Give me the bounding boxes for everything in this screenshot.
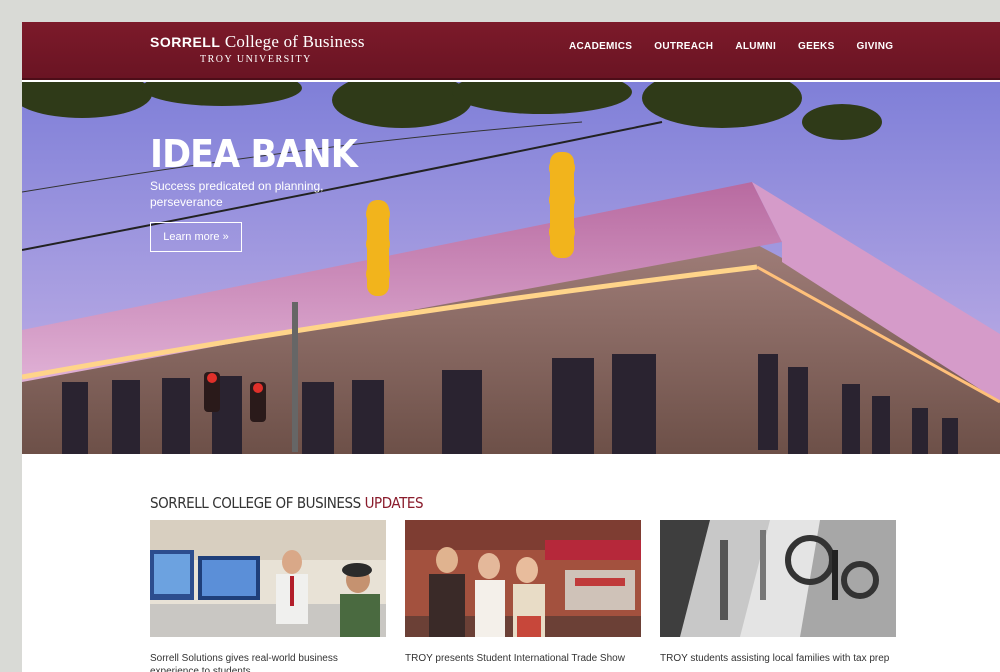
updates-heading-accent: UPDATES — [360, 494, 424, 512]
nav-alumni[interactable]: ALUMNI — [735, 41, 776, 52]
logo-wordmark: SORRELL College of Business — [150, 32, 365, 52]
hero-banner: IDEA BANK Success predicated on planning… — [22, 82, 1000, 454]
news-card[interactable]: Sorrell Solutions gives real-world busin… — [150, 520, 386, 672]
nav-academics[interactable]: ACADEMICS — [569, 41, 632, 52]
site-header: SORRELL College of Business TROY UNIVERS… — [22, 22, 1000, 80]
page: SORRELL College of Business TROY UNIVERS… — [22, 22, 1000, 672]
college-logo[interactable]: SORRELL College of Business TROY UNIVERS… — [150, 32, 365, 65]
nav-geeks[interactable]: GEEKS — [798, 41, 835, 52]
main-nav: ACADEMICS OUTREACH ALUMNI GEEKS GIVING — [569, 41, 915, 52]
news-card[interactable]: TROY presents Student International Trad… — [405, 520, 641, 665]
news-card-caption[interactable]: TROY presents Student International Trad… — [405, 652, 641, 665]
hero-title: IDEA BANK — [150, 132, 358, 176]
news-card-image[interactable] — [660, 520, 896, 637]
logo-bold: SORRELL — [150, 34, 221, 50]
logo-subtitle: TROY UNIVERSITY — [200, 54, 312, 65]
updates-heading: SORRELL COLLEGE OF BUSINESS UPDATES — [150, 494, 424, 512]
news-card[interactable]: TROY students assisting local families w… — [660, 520, 896, 665]
news-card-caption[interactable]: Sorrell Solutions gives real-world busin… — [150, 652, 386, 672]
hero-subtitle: Success predicated on planning, persever… — [150, 179, 324, 209]
learn-more-button[interactable]: Learn more » — [150, 222, 242, 252]
nav-outreach[interactable]: OUTREACH — [654, 41, 713, 52]
news-card-caption[interactable]: TROY students assisting local families w… — [660, 652, 896, 665]
nav-giving[interactable]: GIVING — [857, 41, 894, 52]
logo-rest: College of Business — [220, 32, 365, 51]
news-card-image[interactable] — [405, 520, 641, 637]
updates-heading-main: SORRELL COLLEGE OF BUSINESS — [150, 494, 361, 512]
news-card-image[interactable] — [150, 520, 386, 637]
